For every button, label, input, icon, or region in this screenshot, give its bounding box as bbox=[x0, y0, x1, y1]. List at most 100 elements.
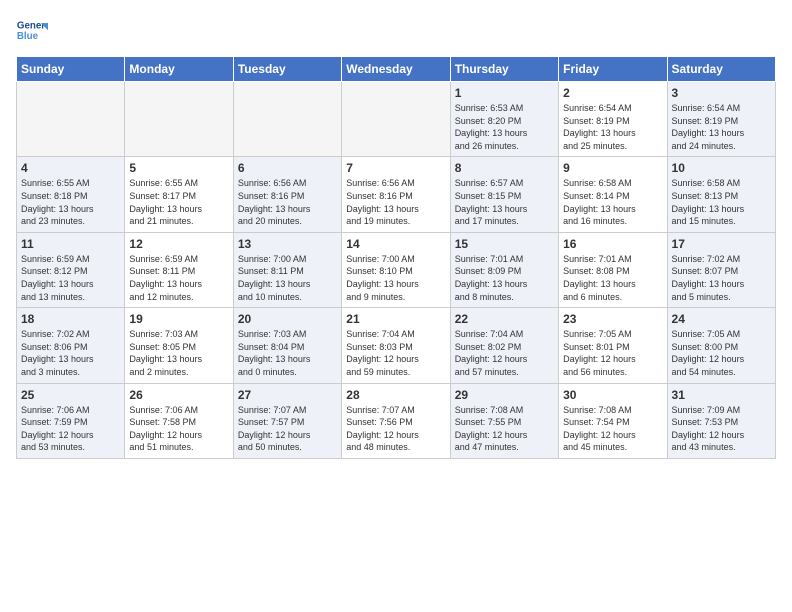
calendar-week-5: 25 Sunrise: 7:06 AM Sunset: 7:59 PM Dayli… bbox=[17, 383, 776, 458]
day-data: Sunrise: 6:56 AM Sunset: 8:16 PM Dayligh… bbox=[238, 177, 337, 227]
calendar-cell: 5 Sunrise: 6:55 AM Sunset: 8:17 PM Daylig… bbox=[125, 157, 233, 232]
day-data: Sunrise: 7:02 AM Sunset: 8:06 PM Dayligh… bbox=[21, 328, 120, 378]
calendar-header-sunday: Sunday bbox=[17, 57, 125, 82]
day-number: 29 bbox=[455, 388, 554, 402]
day-number: 19 bbox=[129, 312, 228, 326]
day-data: Sunrise: 6:55 AM Sunset: 8:18 PM Dayligh… bbox=[21, 177, 120, 227]
calendar-cell: 14Sunrise: 7:00 AM Sunset: 8:10 PM Dayli… bbox=[342, 232, 450, 307]
day-number: 12 bbox=[129, 237, 228, 251]
svg-text:Blue: Blue bbox=[17, 31, 39, 42]
day-number: 16 bbox=[563, 237, 662, 251]
calendar-cell: 3 Sunrise: 6:54 AM Sunset: 8:19 PM Daylig… bbox=[667, 82, 775, 157]
day-data: Sunrise: 7:01 AM Sunset: 8:09 PM Dayligh… bbox=[455, 253, 554, 303]
calendar-cell: 22Sunrise: 7:04 AM Sunset: 8:02 PM Dayli… bbox=[450, 308, 558, 383]
logo: General Blue bbox=[16, 16, 52, 48]
day-number: 28 bbox=[346, 388, 445, 402]
logo-icon: General Blue bbox=[16, 16, 48, 48]
calendar-cell: 7 Sunrise: 6:56 AM Sunset: 8:16 PM Daylig… bbox=[342, 157, 450, 232]
calendar-week-3: 11Sunrise: 6:59 AM Sunset: 8:12 PM Dayli… bbox=[17, 232, 776, 307]
calendar-cell: 11Sunrise: 6:59 AM Sunset: 8:12 PM Dayli… bbox=[17, 232, 125, 307]
day-number: 7 bbox=[346, 161, 445, 175]
calendar-cell bbox=[233, 82, 341, 157]
calendar-header-friday: Friday bbox=[559, 57, 667, 82]
calendar-header-saturday: Saturday bbox=[667, 57, 775, 82]
calendar-cell: 18 Sunrise: 7:02 AM Sunset: 8:06 PM Dayli… bbox=[17, 308, 125, 383]
day-number: 2 bbox=[563, 86, 662, 100]
day-number: 10 bbox=[672, 161, 771, 175]
day-number: 15 bbox=[455, 237, 554, 251]
day-data: Sunrise: 7:09 AM Sunset: 7:53 PM Dayligh… bbox=[672, 404, 771, 454]
calendar-cell: 23 Sunrise: 7:05 AM Sunset: 8:01 PM Dayli… bbox=[559, 308, 667, 383]
day-data: Sunrise: 6:59 AM Sunset: 8:11 PM Dayligh… bbox=[129, 253, 228, 303]
day-data: Sunrise: 7:02 AM Sunset: 8:07 PM Dayligh… bbox=[672, 253, 771, 303]
calendar-cell: 13 Sunrise: 7:00 AM Sunset: 8:11 PM Dayli… bbox=[233, 232, 341, 307]
calendar-cell: 26Sunrise: 7:06 AM Sunset: 7:58 PM Dayli… bbox=[125, 383, 233, 458]
day-number: 1 bbox=[455, 86, 554, 100]
day-data: Sunrise: 7:05 AM Sunset: 8:00 PM Dayligh… bbox=[672, 328, 771, 378]
day-data: Sunrise: 7:05 AM Sunset: 8:01 PM Dayligh… bbox=[563, 328, 662, 378]
day-number: 14 bbox=[346, 237, 445, 251]
day-data: Sunrise: 6:53 AM Sunset: 8:20 PM Dayligh… bbox=[455, 102, 554, 152]
calendar-header-thursday: Thursday bbox=[450, 57, 558, 82]
day-data: Sunrise: 7:04 AM Sunset: 8:03 PM Dayligh… bbox=[346, 328, 445, 378]
day-number: 30 bbox=[563, 388, 662, 402]
calendar-cell: 31 Sunrise: 7:09 AM Sunset: 7:53 PM Dayli… bbox=[667, 383, 775, 458]
calendar-cell: 21 Sunrise: 7:04 AM Sunset: 8:03 PM Dayli… bbox=[342, 308, 450, 383]
calendar-cell: 16 Sunrise: 7:01 AM Sunset: 8:08 PM Dayli… bbox=[559, 232, 667, 307]
calendar-cell: 12 Sunrise: 6:59 AM Sunset: 8:11 PM Dayli… bbox=[125, 232, 233, 307]
day-data: Sunrise: 6:58 AM Sunset: 8:14 PM Dayligh… bbox=[563, 177, 662, 227]
day-data: Sunrise: 7:07 AM Sunset: 7:56 PM Dayligh… bbox=[346, 404, 445, 454]
day-number: 17 bbox=[672, 237, 771, 251]
calendar-header-row: SundayMondayTuesdayWednesdayThursdayFrid… bbox=[17, 57, 776, 82]
calendar-cell: 20 Sunrise: 7:03 AM Sunset: 8:04 PM Dayli… bbox=[233, 308, 341, 383]
calendar-cell: 24 Sunrise: 7:05 AM Sunset: 8:00 PM Dayli… bbox=[667, 308, 775, 383]
calendar-week-1: 1 Sunrise: 6:53 AM Sunset: 8:20 PM Daylig… bbox=[17, 82, 776, 157]
calendar-table: SundayMondayTuesdayWednesdayThursdayFrid… bbox=[16, 56, 776, 459]
day-data: Sunrise: 7:00 AM Sunset: 8:11 PM Dayligh… bbox=[238, 253, 337, 303]
calendar-cell: 4 Sunrise: 6:55 AM Sunset: 8:18 PM Daylig… bbox=[17, 157, 125, 232]
calendar-cell: 25 Sunrise: 7:06 AM Sunset: 7:59 PM Dayli… bbox=[17, 383, 125, 458]
day-number: 21 bbox=[346, 312, 445, 326]
calendar-cell: 15 Sunrise: 7:01 AM Sunset: 8:09 PM Dayli… bbox=[450, 232, 558, 307]
day-data: Sunrise: 6:54 AM Sunset: 8:19 PM Dayligh… bbox=[563, 102, 662, 152]
day-number: 25 bbox=[21, 388, 120, 402]
calendar-cell: 10 Sunrise: 6:58 AM Sunset: 8:13 PM Dayli… bbox=[667, 157, 775, 232]
day-data: Sunrise: 7:03 AM Sunset: 8:04 PM Dayligh… bbox=[238, 328, 337, 378]
day-number: 5 bbox=[129, 161, 228, 175]
calendar-header-wednesday: Wednesday bbox=[342, 57, 450, 82]
calendar-week-4: 18 Sunrise: 7:02 AM Sunset: 8:06 PM Dayli… bbox=[17, 308, 776, 383]
day-data: Sunrise: 6:59 AM Sunset: 8:12 PM Dayligh… bbox=[21, 253, 120, 303]
day-data: Sunrise: 6:55 AM Sunset: 8:17 PM Dayligh… bbox=[129, 177, 228, 227]
day-number: 4 bbox=[21, 161, 120, 175]
day-number: 22 bbox=[455, 312, 554, 326]
calendar-cell: 2 Sunrise: 6:54 AM Sunset: 8:19 PM Daylig… bbox=[559, 82, 667, 157]
page-header: General Blue bbox=[16, 16, 776, 48]
day-data: Sunrise: 7:06 AM Sunset: 7:58 PM Dayligh… bbox=[129, 404, 228, 454]
day-data: Sunrise: 7:08 AM Sunset: 7:54 PM Dayligh… bbox=[563, 404, 662, 454]
day-number: 20 bbox=[238, 312, 337, 326]
calendar-cell bbox=[342, 82, 450, 157]
day-number: 18 bbox=[21, 312, 120, 326]
day-number: 9 bbox=[563, 161, 662, 175]
day-data: Sunrise: 7:03 AM Sunset: 8:05 PM Dayligh… bbox=[129, 328, 228, 378]
day-data: Sunrise: 7:06 AM Sunset: 7:59 PM Dayligh… bbox=[21, 404, 120, 454]
calendar-header-tuesday: Tuesday bbox=[233, 57, 341, 82]
calendar-cell: 9 Sunrise: 6:58 AM Sunset: 8:14 PM Daylig… bbox=[559, 157, 667, 232]
calendar-cell: 6Sunrise: 6:56 AM Sunset: 8:16 PM Daylig… bbox=[233, 157, 341, 232]
day-data: Sunrise: 6:56 AM Sunset: 8:16 PM Dayligh… bbox=[346, 177, 445, 227]
day-data: Sunrise: 7:01 AM Sunset: 8:08 PM Dayligh… bbox=[563, 253, 662, 303]
calendar-cell: 30 Sunrise: 7:08 AM Sunset: 7:54 PM Dayli… bbox=[559, 383, 667, 458]
day-data: Sunrise: 7:08 AM Sunset: 7:55 PM Dayligh… bbox=[455, 404, 554, 454]
day-number: 3 bbox=[672, 86, 771, 100]
calendar-week-2: 4 Sunrise: 6:55 AM Sunset: 8:18 PM Daylig… bbox=[17, 157, 776, 232]
calendar-cell: 27Sunrise: 7:07 AM Sunset: 7:57 PM Dayli… bbox=[233, 383, 341, 458]
day-data: Sunrise: 6:58 AM Sunset: 8:13 PM Dayligh… bbox=[672, 177, 771, 227]
calendar-cell: 29 Sunrise: 7:08 AM Sunset: 7:55 PM Dayli… bbox=[450, 383, 558, 458]
day-number: 23 bbox=[563, 312, 662, 326]
day-number: 24 bbox=[672, 312, 771, 326]
day-number: 31 bbox=[672, 388, 771, 402]
day-number: 13 bbox=[238, 237, 337, 251]
calendar-cell: 28 Sunrise: 7:07 AM Sunset: 7:56 PM Dayli… bbox=[342, 383, 450, 458]
day-data: Sunrise: 6:54 AM Sunset: 8:19 PM Dayligh… bbox=[672, 102, 771, 152]
day-number: 27 bbox=[238, 388, 337, 402]
